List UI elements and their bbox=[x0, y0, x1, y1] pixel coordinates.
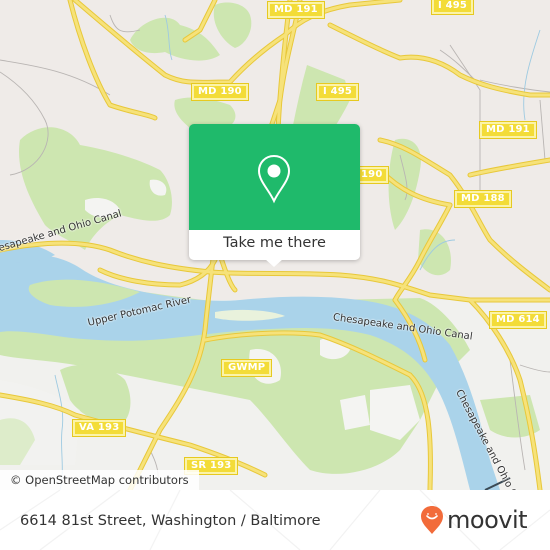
moovit-wordmark: moovit bbox=[447, 506, 528, 534]
address-label: 6614 81st Street, Washington / Baltimore bbox=[20, 513, 321, 529]
route-shield-md-191-east: MD 191 bbox=[479, 121, 537, 139]
moovit-logo[interactable]: moovit bbox=[420, 503, 528, 537]
route-shield-md-190-east: 190 bbox=[353, 166, 390, 184]
map-attribution[interactable]: © OpenStreetMap contributors bbox=[0, 470, 199, 490]
route-shield-i-495-mid: I 495 bbox=[315, 83, 360, 101]
route-shield-md-190-west: MD 190 bbox=[191, 83, 249, 101]
route-shield-i-495-top: I 495 bbox=[430, 0, 475, 15]
route-shield-md-191-north: MD 191 bbox=[267, 1, 325, 19]
popup-pointer bbox=[265, 259, 283, 267]
route-shield-md-188: MD 188 bbox=[454, 190, 512, 208]
route-shield-md-614: MD 614 bbox=[489, 311, 547, 329]
take-me-there-button[interactable]: Take me there bbox=[189, 230, 360, 260]
route-shield-va-193: VA 193 bbox=[71, 419, 127, 437]
location-pin-icon bbox=[257, 154, 291, 204]
popup-header[interactable] bbox=[189, 124, 360, 230]
route-shield-gwmp: GWMP bbox=[220, 359, 273, 377]
moovit-pin-icon bbox=[421, 506, 443, 534]
destination-popup[interactable]: Take me there bbox=[189, 124, 360, 267]
